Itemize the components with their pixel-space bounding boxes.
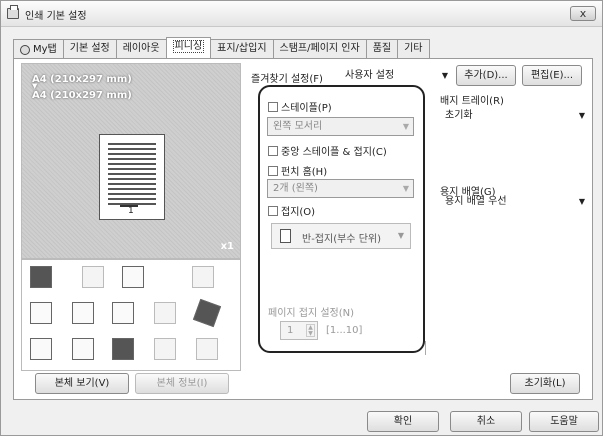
page-fold-value: 1 (287, 325, 294, 336)
printer-icon (7, 5, 19, 19)
user-icon (20, 44, 30, 55)
preview-page: 1 (99, 134, 165, 220)
tab-stamp[interactable]: 스탬프/페이지 인자 (272, 39, 367, 59)
tab-my-label: My탭 (33, 43, 57, 55)
chevron-down-icon: ▼ (578, 197, 585, 206)
body-info-button[interactable]: 본체 정보(I) (135, 373, 229, 394)
tab-other[interactable]: 기타 (397, 39, 430, 59)
copy-icon (72, 302, 94, 324)
output-tray-select[interactable]: 초기화 ▼ (440, 107, 589, 126)
add-favorite-button[interactable]: 추가(D)... (456, 65, 516, 86)
staple-select[interactable]: 왼쪽 모서리 ▼ (267, 117, 414, 136)
staple-value: 왼쪽 모서리 (273, 121, 323, 132)
tab-bar: My탭 기본 설정 레이아웃 피니싱 표지/삽입지 스탬프/페이지 인자 품질 … (13, 37, 430, 59)
checkbox-box (268, 165, 278, 176)
center-staple-label: 중앙 스테이플 & 접지(C) (281, 147, 387, 158)
tab-my[interactable]: My탭 (13, 39, 64, 59)
arrow-down-icon: ▼ (32, 82, 38, 90)
checkbox-box (268, 205, 278, 216)
ok-button[interactable]: 확인 (367, 411, 439, 432)
text-lines (108, 143, 156, 205)
page-fold-range: [1...10] (326, 325, 363, 336)
close-button[interactable]: x (570, 6, 596, 21)
checkbox-box (268, 101, 278, 112)
booklet-icon (192, 298, 222, 328)
sort-icon (112, 302, 134, 324)
page-fold-label: 페이지 접지 설정(N) (268, 308, 355, 319)
chevron-down-icon: ▼ (441, 71, 448, 80)
staple-checkbox[interactable]: 스테이플(P) (268, 99, 332, 114)
finisher-icon-panel (21, 259, 241, 371)
output-icon (122, 266, 144, 288)
chevron-down-icon: ▼ (402, 122, 409, 131)
paper-size-bottom: A4 (210x297 mm) (32, 90, 132, 101)
punch-value: 2개 (왼쪽) (273, 183, 318, 194)
favorites-select[interactable]: 사용자 설정 ▼ (340, 67, 452, 86)
output-tray-label: 배지 트레이(R) (440, 96, 504, 107)
page-number: 1 (128, 206, 134, 216)
edit-favorite-button[interactable]: 편집(E)... (522, 65, 582, 86)
cancel-button[interactable]: 취소 (450, 411, 522, 432)
staple-label: 스테이플(P) (281, 103, 332, 114)
fold-checkbox[interactable]: 접지(O) (268, 203, 315, 218)
center-staple-checkbox[interactable]: 중앙 스테이플 & 접지(C) (268, 143, 387, 158)
punch-select[interactable]: 2개 (왼쪽) ▼ (267, 179, 414, 198)
printer-body-icon (30, 266, 52, 288)
favorites-label: 즐겨찾기 설정(F) (251, 74, 323, 85)
chevron-down-icon: ▼ (397, 231, 404, 240)
fold-value: 반-접지(부수 단위) (302, 234, 381, 245)
checkbox-box (268, 145, 278, 156)
tray-icon (82, 266, 104, 288)
paper-size-top: A4 (210x297 mm) (32, 74, 132, 85)
punch-label: 펀치 홈(H) (281, 167, 328, 178)
document-icon (30, 338, 52, 360)
chevron-down-icon: ▼ (578, 111, 585, 120)
users-icon (112, 338, 134, 360)
title-bar: 인쇄 기본 설정 x (1, 1, 602, 27)
print-preferences-window: 인쇄 기본 설정 x My탭 기본 설정 레이아웃 피니싱 표지/삽입지 스탬프… (0, 0, 603, 436)
user-icon (72, 338, 94, 360)
paper-order-select[interactable]: 용지 배열 우선 ▼ (440, 193, 589, 212)
page-fold-spinner[interactable]: 1 ▲ ▼ (280, 321, 318, 340)
output-tray-value: 초기화 (445, 110, 473, 121)
punch-checkbox[interactable]: 펀치 홈(H) (268, 163, 327, 178)
tab-basic[interactable]: 기본 설정 (62, 39, 117, 59)
fold-label: 접지(O) (281, 207, 316, 218)
tab-cover-insert[interactable]: 표지/삽입지 (210, 39, 274, 59)
fax-icon (154, 302, 176, 324)
option-icon (192, 266, 214, 288)
paper-icon (30, 302, 52, 324)
paper-order-value: 용지 배열 우선 (445, 196, 507, 207)
fold-document-icon (280, 229, 291, 243)
chevron-down-icon: ▼ (402, 184, 409, 193)
tab-layout[interactable]: 레이아웃 (115, 39, 167, 59)
view-body-button[interactable]: 본체 보기(V) (35, 373, 129, 394)
tab-finishing-label: 피니싱 (172, 40, 205, 53)
divider (425, 341, 426, 355)
copies-count: x1 (220, 241, 234, 252)
fold-select[interactable]: 반-접지(부수 단위) ▼ (271, 223, 411, 249)
print-preview: A4 (210x297 mm) ▼ A4 (210x297 mm) 1 x1 (21, 63, 241, 259)
tab-quality[interactable]: 품질 (365, 39, 399, 59)
settings-icon (154, 338, 176, 360)
window-title: 인쇄 기본 설정 (25, 11, 87, 22)
tab-finishing[interactable]: 피니싱 (165, 37, 212, 59)
spinner-arrows-icon: ▲ ▼ (306, 324, 315, 337)
help-button[interactable]: 도움말 (529, 411, 599, 432)
stack-icon (196, 338, 218, 360)
reset-button[interactable]: 초기화(L) (510, 373, 580, 394)
favorites-value: 사용자 설정 (345, 70, 395, 81)
